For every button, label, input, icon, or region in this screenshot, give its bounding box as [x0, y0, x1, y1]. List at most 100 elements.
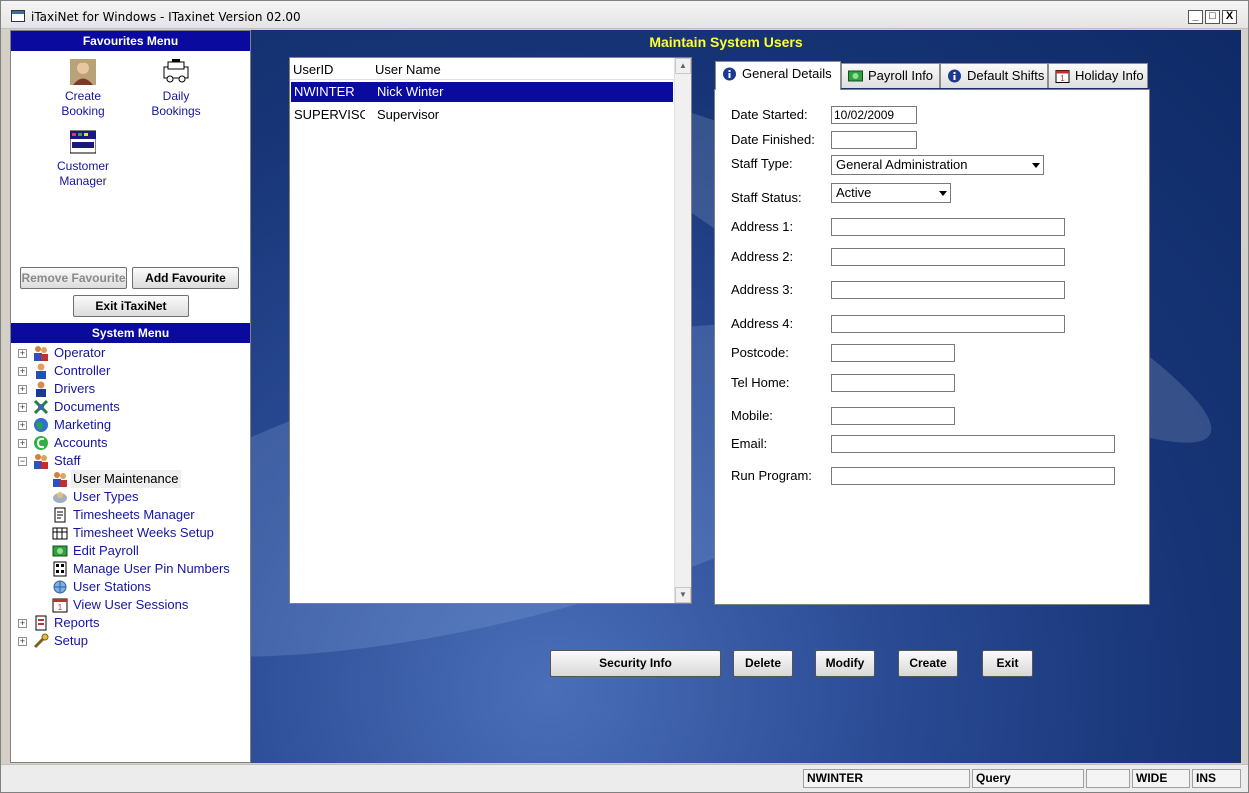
status-bar: NWINTER Query WIDE INS	[1, 764, 1248, 792]
page-title: Maintain System Users	[649, 34, 803, 50]
staff-status-label: Staff Status:	[731, 190, 802, 205]
address3-label: Address 3:	[731, 282, 794, 297]
date-started-label: Date Started:	[731, 107, 808, 122]
accounts-euro-icon	[34, 436, 48, 450]
delete-button[interactable]: Delete	[733, 650, 793, 677]
users-list-scrollbar[interactable]: ▲ ▼	[674, 58, 691, 603]
favourites-menu-header: Favourites Menu	[11, 31, 250, 51]
controller-person-icon	[36, 363, 46, 379]
address4-label: Address 4:	[731, 316, 794, 331]
window-title: iTaxiNet for Windows - ITaxinet Version …	[31, 10, 301, 24]
payroll-money-icon	[52, 545, 68, 557]
close-button[interactable]: X	[1222, 10, 1237, 24]
fav-create-booking[interactable]: Create Booking	[38, 59, 128, 119]
expand-icon[interactable]: +	[18, 421, 27, 430]
email-field[interactable]	[831, 435, 1115, 453]
expand-icon[interactable]: +	[18, 349, 27, 358]
exit-button[interactable]: Exit	[982, 650, 1033, 677]
minimize-button[interactable]: _	[1188, 10, 1203, 24]
general-details-panel: Date Started: Date Finished: Staff Type:…	[714, 89, 1150, 605]
run-program-field[interactable]	[831, 467, 1115, 485]
users-list[interactable]: UserID User Name NWINTER Nick Winter SUP…	[289, 57, 692, 604]
fav-create-booking-line2: Booking	[61, 104, 105, 118]
tab-label: Holiday Info	[1075, 68, 1144, 83]
tree-label-timesheets-manager: Timesheets Manager	[73, 507, 195, 522]
address3-field[interactable]	[831, 281, 1065, 299]
status-ins: INS	[1192, 769, 1241, 788]
staff-status-select[interactable]: Active	[831, 183, 951, 203]
postcode-label: Postcode:	[731, 345, 789, 360]
email-label: Email:	[731, 436, 768, 451]
tree-label-manage-user-pin-numbers: Manage User Pin Numbers	[73, 561, 230, 576]
date-started-field[interactable]	[831, 106, 917, 124]
fav-customer-manager-line2: Manager	[59, 174, 107, 188]
column-header-userid[interactable]: UserID	[293, 62, 333, 77]
chevron-down-icon[interactable]	[939, 191, 947, 196]
tab-general-details[interactable]: General Details	[715, 61, 841, 90]
collapse-icon[interactable]: −	[18, 457, 27, 466]
cell-user-name: Nick Winter	[377, 84, 444, 99]
address2-field[interactable]	[831, 248, 1065, 266]
cell-user-id: NWINTER	[294, 84, 355, 99]
mobile-field[interactable]	[831, 407, 955, 425]
address1-label: Address 1:	[731, 219, 794, 234]
tree-label-drivers: Drivers	[54, 381, 96, 396]
svg-text:1: 1	[58, 603, 63, 612]
tree-label-user-maintenance: User Maintenance	[71, 470, 181, 488]
reports-icon	[35, 615, 47, 631]
staff-type-label: Staff Type:	[731, 156, 793, 171]
run-program-label: Run Program:	[731, 468, 812, 483]
expand-icon[interactable]: +	[18, 367, 27, 376]
expand-icon[interactable]: +	[18, 619, 27, 628]
table-row[interactable]: NWINTER Nick Winter	[291, 82, 673, 102]
exit-itaxinet-button[interactable]: Exit iTaxiNet	[73, 295, 189, 317]
date-finished-field[interactable]	[831, 131, 917, 149]
staff-type-select[interactable]: General Administration	[831, 155, 1044, 175]
tab-default-shifts[interactable]: Default Shifts	[940, 63, 1048, 88]
chevron-down-icon[interactable]	[1032, 163, 1040, 168]
postcode-field[interactable]	[831, 344, 955, 362]
status-blank	[1086, 769, 1130, 788]
tel-home-label: Tel Home:	[731, 375, 790, 390]
tab-payroll-info[interactable]: Payroll Info	[841, 63, 940, 88]
scroll-up-arrow[interactable]: ▲	[675, 58, 691, 74]
fav-create-booking-line1: Create	[64, 89, 102, 103]
fav-daily-bookings-line2: Bookings	[151, 104, 201, 118]
left-panel: Favourites Menu Create Booking Daily Boo…	[10, 30, 251, 763]
column-header-user-name[interactable]: User Name	[375, 62, 441, 77]
staff-type-value: General Administration	[836, 157, 968, 172]
expand-icon[interactable]: +	[18, 403, 27, 412]
expand-icon[interactable]: +	[18, 385, 27, 394]
info-icon	[948, 69, 961, 83]
modify-button[interactable]: Modify	[815, 650, 875, 677]
sessions-calendar-icon: 1	[52, 598, 68, 613]
tree-label-view-user-sessions: View User Sessions	[73, 597, 189, 612]
tree-label-user-stations: User Stations	[73, 579, 152, 594]
staff-people-icon	[34, 454, 48, 469]
expand-icon[interactable]: +	[18, 637, 27, 646]
add-favourite-button[interactable]: Add Favourite	[132, 267, 239, 289]
status-wide: WIDE	[1132, 769, 1190, 788]
tel-home-field[interactable]	[831, 374, 955, 392]
address4-field[interactable]	[831, 315, 1065, 333]
main-content: Maintain System Users UserID User Name N…	[251, 30, 1241, 763]
scroll-down-arrow[interactable]: ▼	[675, 587, 691, 603]
fav-daily-bookings[interactable]: Daily Bookings	[131, 59, 221, 119]
create-button[interactable]: Create	[898, 650, 958, 677]
remove-favourite-button[interactable]: Remove Favourite	[20, 267, 127, 289]
security-info-button[interactable]: Security Info	[550, 650, 721, 677]
expand-icon[interactable]: +	[18, 439, 27, 448]
tab-label: General Details	[742, 66, 832, 81]
table-row[interactable]: SUPERVISOR Supervisor	[291, 105, 673, 125]
maximize-button[interactable]: □	[1205, 10, 1220, 24]
user-maintenance-icon	[53, 472, 67, 487]
timesheet-icon	[54, 507, 66, 523]
tree-label-reports: Reports	[54, 615, 100, 630]
index-card-icon	[70, 130, 96, 154]
tab-label: Default Shifts	[967, 68, 1045, 83]
address1-field[interactable]	[831, 218, 1065, 236]
fav-customer-manager[interactable]: Customer Manager	[38, 129, 128, 189]
tree-label-controller: Controller	[54, 363, 111, 378]
tab-holiday-info[interactable]: 1 Holiday Info	[1048, 63, 1148, 88]
calendar-icon: 1	[1055, 70, 1070, 83]
